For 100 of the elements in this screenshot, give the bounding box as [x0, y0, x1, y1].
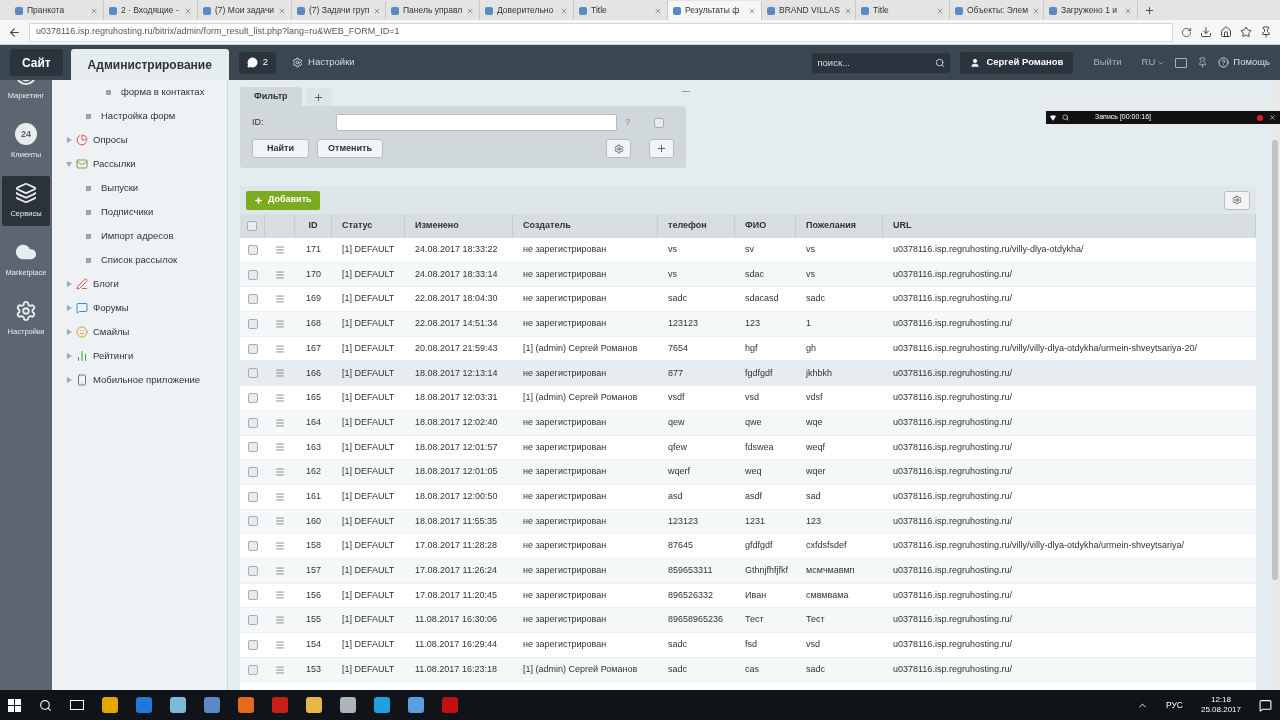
- collapsed-arrow-icon[interactable]: [66, 281, 72, 287]
- collapsed-arrow-icon[interactable]: [66, 329, 72, 335]
- checkbox[interactable]: [247, 565, 258, 576]
- help-link[interactable]: Помощь: [1218, 55, 1270, 70]
- row-menu-icon[interactable]: [275, 467, 285, 478]
- app-icon[interactable]: [272, 697, 288, 713]
- checkbox[interactable]: [654, 117, 664, 128]
- table-row[interactable]: 155 [1] DEFAULT 11.08.2017 16:30:06 не зарегистрирован 89658965236 Тест Тест u0378116.isp.regruhosting.ru/: [240, 608, 1256, 633]
- row-menu-icon[interactable]: [275, 417, 285, 428]
- checkbox[interactable]: [247, 392, 258, 403]
- table-row[interactable]: 166 [1] DEFAULT 18.08.2017 12:13:14 не зарегистрирован 877 fgdfgdf jkhbkh u0378116.isp.regruhosting.ru/: [240, 361, 1256, 387]
- notifications-icon[interactable]: [1259, 698, 1272, 712]
- language-button[interactable]: RU: [1141, 55, 1166, 70]
- screen-icon[interactable]: [1175, 57, 1188, 68]
- app-icon[interactable]: [340, 697, 356, 713]
- app-icon[interactable]: [102, 697, 118, 713]
- menu-item[interactable]: Форумы: [93, 300, 129, 316]
- menu-item[interactable]: Рейтинги: [93, 348, 134, 364]
- find-button[interactable]: Найти: [252, 139, 309, 158]
- row-menu-icon[interactable]: [275, 244, 285, 255]
- row-menu-icon[interactable]: [275, 565, 285, 576]
- checkbox[interactable]: [247, 541, 258, 552]
- table-row[interactable]: 157 [1] DEFAULT 17.08.2017 11:26:24 не зарегистрирован 859653311 Gthnjfhfjfkf мсмчмавмп u0378116.isp.regruhosting.ru/: [240, 558, 1256, 584]
- table-row[interactable]: 153 [1] DEFAULT 11.08.2017 16:23:18 [1] (admin) Сергей Романов sadc cas sadc u0378116.isp.regruhosting.ru/: [240, 657, 1256, 683]
- row-menu-icon[interactable]: [275, 343, 285, 354]
- app-icon[interactable]: [374, 697, 390, 713]
- site-button[interactable]: Сайт: [10, 49, 63, 76]
- admin-tab[interactable]: Администрирование: [70, 49, 229, 80]
- checkbox[interactable]: [247, 491, 258, 502]
- checkbox[interactable]: [247, 368, 258, 379]
- row-menu-icon[interactable]: [275, 615, 285, 626]
- table-row[interactable]: 160 [1] DEFAULT 18.08.2017 11:55:35 не зарегистрирован 123123 1231 123 u0378116.isp.regruhosting.ru/: [240, 509, 1256, 535]
- menu-item[interactable]: форма в контактах: [121, 84, 205, 100]
- checkbox[interactable]: [247, 467, 258, 478]
- back-icon[interactable]: [8, 25, 21, 39]
- row-menu-icon[interactable]: [275, 392, 285, 403]
- checkbox[interactable]: [247, 244, 258, 255]
- menu-item[interactable]: Настройка форм: [101, 108, 176, 124]
- cancel-button[interactable]: Отменить: [317, 139, 383, 158]
- menu-item[interactable]: Список рассылок: [101, 252, 178, 268]
- language-indicator[interactable]: РУС: [1165, 698, 1183, 712]
- minimize-icon[interactable]: [681, 91, 690, 92]
- table-row[interactable]: 164 [1] DEFAULT 18.08.2017 12:02:40 не зарегистрирован qew qwe wqe u0378116.isp.regruhosting.ru/: [240, 410, 1256, 436]
- new-tab-icon[interactable]: [1144, 5, 1155, 16]
- app-icon[interactable]: [170, 697, 186, 713]
- menu-item[interactable]: Блоги: [93, 276, 119, 292]
- user-button[interactable]: Сергей Романов: [960, 51, 1074, 74]
- clock[interactable]: 12:18 25.08.2017: [1200, 695, 1241, 715]
- collapsed-arrow-icon[interactable]: [66, 305, 72, 311]
- row-menu-icon[interactable]: [275, 590, 285, 601]
- checkbox[interactable]: [247, 664, 258, 675]
- app-icon[interactable]: [408, 697, 424, 713]
- close-icon[interactable]: [1269, 114, 1276, 121]
- menu-item[interactable]: Выпуски: [101, 180, 139, 196]
- row-menu-icon[interactable]: [275, 639, 285, 650]
- row-menu-icon[interactable]: [275, 541, 285, 552]
- row-menu-icon[interactable]: [275, 442, 285, 453]
- app-icon[interactable]: [238, 697, 254, 713]
- checkbox[interactable]: [247, 294, 258, 305]
- collapsed-arrow-icon[interactable]: [66, 137, 72, 143]
- menu-item[interactable]: Опросы: [93, 132, 128, 148]
- search-icon[interactable]: [1062, 114, 1069, 121]
- filter-tab[interactable]: Фильтр: [240, 87, 302, 106]
- collapsed-arrow-icon[interactable]: [66, 377, 72, 383]
- table-row[interactable]: 170 [1] DEFAULT 24.08.2017 18:33:14 не зарегистрирован vs sdac vs u0378116.isp.regruhosting.ru/: [240, 262, 1256, 288]
- app-icon[interactable]: [306, 697, 322, 713]
- download-icon[interactable]: [1200, 26, 1212, 38]
- row-menu-icon[interactable]: [275, 368, 285, 379]
- add-button[interactable]: [649, 139, 674, 158]
- settings-link[interactable]: Настройки: [292, 55, 355, 70]
- notifications-button[interactable]: 2: [238, 51, 277, 74]
- checkbox[interactable]: [247, 442, 258, 453]
- dropdown-icon[interactable]: [1050, 114, 1056, 121]
- checkbox[interactable]: [247, 221, 257, 231]
- windows-logo-icon[interactable]: [8, 698, 21, 712]
- pin-icon[interactable]: [1260, 26, 1272, 38]
- search-field[interactable]: поиск...: [812, 52, 951, 73]
- add-filter-tab[interactable]: [305, 88, 332, 106]
- settings-button[interactable]: [606, 139, 631, 158]
- table-row[interactable]: 168 [1] DEFAULT 22.08.2017 14:51:34 не зарегистрирован 123123 123 1 u0378116.isp.regruhosting.ru/: [240, 312, 1256, 337]
- home-icon[interactable]: [1220, 26, 1232, 38]
- record-icon[interactable]: [1257, 114, 1263, 121]
- settings-button[interactable]: [1224, 190, 1250, 210]
- row-menu-icon[interactable]: [275, 664, 285, 675]
- collapsed-arrow-icon[interactable]: [66, 353, 72, 359]
- checkbox[interactable]: [247, 615, 258, 626]
- address-field[interactable]: u0378116.isp.regruhosting.ru/bitrix/admin/form_result_list.php?lang=ru&WEB_FORM_ID=1: [29, 22, 1173, 42]
- table-row[interactable]: 162 [1] DEFAULT 18.08.2017 12:01:05 не зарегистрирован wqerf weq wqer u0378116.isp.regruhosting.ru/: [240, 460, 1256, 485]
- checkbox[interactable]: [247, 417, 258, 428]
- expanded-arrow-icon[interactable]: [66, 161, 72, 167]
- checkbox[interactable]: [247, 639, 258, 650]
- browser-tab[interactable]: Результаты ф: [668, 1, 762, 20]
- id-input[interactable]: [336, 114, 617, 131]
- app-icon[interactable]: [442, 697, 458, 713]
- checkbox[interactable]: [247, 269, 258, 280]
- checkbox[interactable]: [247, 343, 258, 354]
- task-view-icon[interactable]: [70, 700, 84, 710]
- star-icon[interactable]: [1240, 26, 1252, 38]
- menu-item[interactable]: Рассылки: [93, 156, 136, 172]
- menu-item[interactable]: Смайлы: [93, 324, 130, 340]
